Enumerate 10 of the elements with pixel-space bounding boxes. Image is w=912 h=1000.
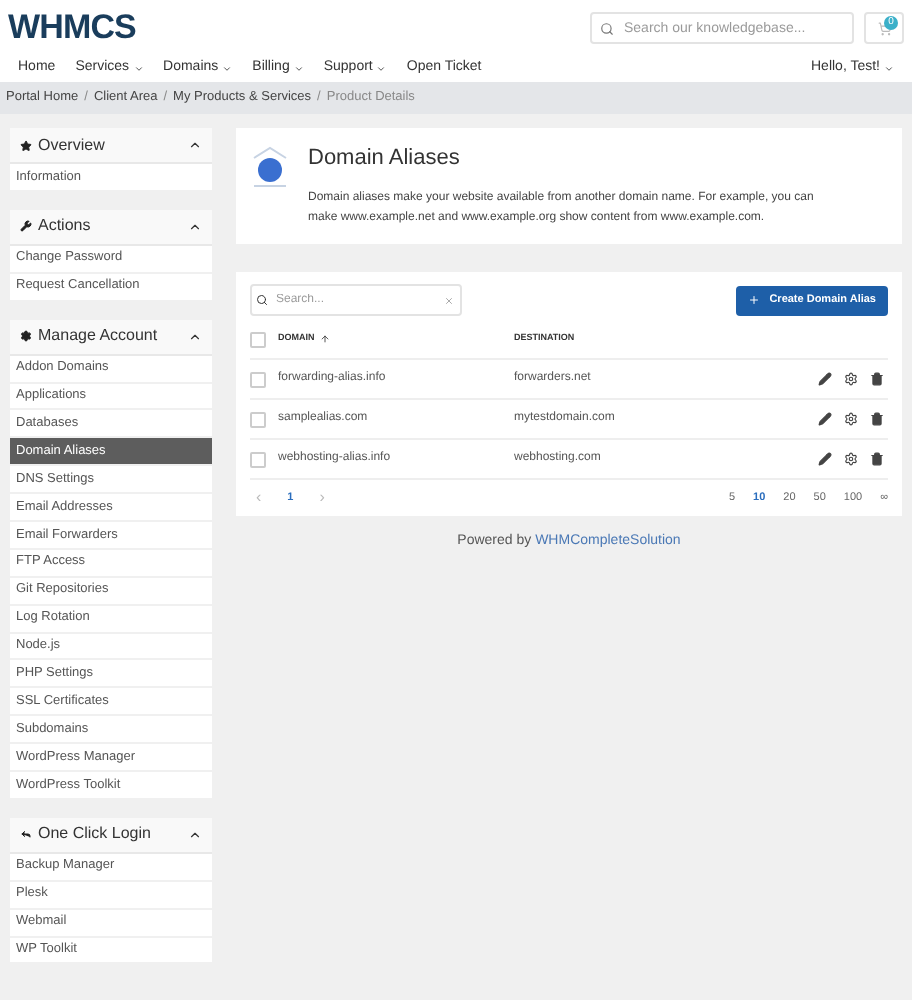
panel-title: Actions bbox=[38, 214, 91, 239]
page-title: Domain Aliases bbox=[308, 144, 462, 174]
panel-header[interactable]: Overview bbox=[10, 128, 212, 164]
panel-header[interactable]: Manage Account bbox=[10, 319, 212, 356]
panel-title: Overview bbox=[38, 133, 105, 157]
logo[interactable]: WHMCS bbox=[8, 2, 136, 54]
panel-header[interactable]: One Click Login bbox=[10, 817, 212, 854]
panel-title: Manage Account bbox=[38, 324, 158, 349]
panel-header[interactable]: Actions bbox=[10, 209, 212, 246]
panel-title: One Click Login bbox=[38, 822, 151, 847]
